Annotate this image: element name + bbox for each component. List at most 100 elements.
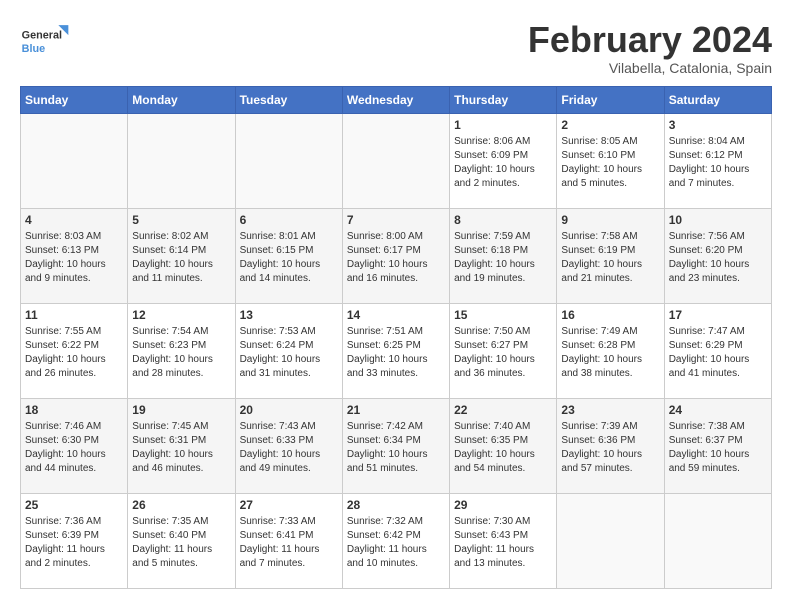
day-number: 28: [347, 498, 445, 512]
weekday-header-wednesday: Wednesday: [342, 86, 449, 113]
day-detail: Sunrise: 7:43 AM Sunset: 6:33 PM Dayligh…: [240, 420, 338, 476]
day-number: 29: [454, 498, 552, 512]
day-detail: Sunrise: 8:00 AM Sunset: 6:17 PM Dayligh…: [347, 230, 445, 286]
svg-text:Blue: Blue: [22, 43, 45, 55]
logo-icon: General Blue: [20, 20, 70, 62]
day-detail: Sunrise: 7:30 AM Sunset: 6:43 PM Dayligh…: [454, 515, 552, 571]
day-detail: Sunrise: 7:47 AM Sunset: 6:29 PM Dayligh…: [669, 325, 767, 381]
day-number: 16: [561, 308, 659, 322]
calendar-cell: 13 Sunrise: 7:53 AM Sunset: 6:24 PM Dayl…: [235, 303, 342, 398]
day-detail: Sunrise: 7:54 AM Sunset: 6:23 PM Dayligh…: [132, 325, 230, 381]
calendar-cell: 14 Sunrise: 7:51 AM Sunset: 6:25 PM Dayl…: [342, 303, 449, 398]
weekday-header-saturday: Saturday: [664, 86, 771, 113]
day-number: 5: [132, 213, 230, 227]
calendar-cell: 23 Sunrise: 7:39 AM Sunset: 6:36 PM Dayl…: [557, 398, 664, 493]
day-number: 15: [454, 308, 552, 322]
calendar-cell: 9 Sunrise: 7:58 AM Sunset: 6:19 PM Dayli…: [557, 208, 664, 303]
calendar-cell: 6 Sunrise: 8:01 AM Sunset: 6:15 PM Dayli…: [235, 208, 342, 303]
weekday-header-friday: Friday: [557, 86, 664, 113]
location-subtitle: Vilabella, Catalonia, Spain: [528, 60, 772, 76]
day-number: 24: [669, 403, 767, 417]
calendar-cell: 11 Sunrise: 7:55 AM Sunset: 6:22 PM Dayl…: [21, 303, 128, 398]
day-detail: Sunrise: 7:59 AM Sunset: 6:18 PM Dayligh…: [454, 230, 552, 286]
day-number: 14: [347, 308, 445, 322]
day-detail: Sunrise: 7:32 AM Sunset: 6:42 PM Dayligh…: [347, 515, 445, 571]
calendar-cell: 28 Sunrise: 7:32 AM Sunset: 6:42 PM Dayl…: [342, 493, 449, 588]
day-number: 23: [561, 403, 659, 417]
day-number: 18: [25, 403, 123, 417]
calendar-cell: 21 Sunrise: 7:42 AM Sunset: 6:34 PM Dayl…: [342, 398, 449, 493]
calendar-cell: 15 Sunrise: 7:50 AM Sunset: 6:27 PM Dayl…: [450, 303, 557, 398]
day-number: 26: [132, 498, 230, 512]
day-detail: Sunrise: 7:53 AM Sunset: 6:24 PM Dayligh…: [240, 325, 338, 381]
title-area: February 2024 Vilabella, Catalonia, Spai…: [528, 20, 772, 76]
calendar-cell: 20 Sunrise: 7:43 AM Sunset: 6:33 PM Dayl…: [235, 398, 342, 493]
calendar-cell: 17 Sunrise: 7:47 AM Sunset: 6:29 PM Dayl…: [664, 303, 771, 398]
calendar-cell: [235, 113, 342, 208]
calendar-table: SundayMondayTuesdayWednesdayThursdayFrid…: [20, 86, 772, 589]
day-number: 2: [561, 118, 659, 132]
calendar-cell: [664, 493, 771, 588]
calendar-cell: [557, 493, 664, 588]
day-detail: Sunrise: 7:50 AM Sunset: 6:27 PM Dayligh…: [454, 325, 552, 381]
day-number: 20: [240, 403, 338, 417]
day-detail: Sunrise: 8:03 AM Sunset: 6:13 PM Dayligh…: [25, 230, 123, 286]
day-detail: Sunrise: 8:02 AM Sunset: 6:14 PM Dayligh…: [132, 230, 230, 286]
day-detail: Sunrise: 8:01 AM Sunset: 6:15 PM Dayligh…: [240, 230, 338, 286]
calendar-week-row: 1 Sunrise: 8:06 AM Sunset: 6:09 PM Dayli…: [21, 113, 772, 208]
weekday-header-monday: Monday: [128, 86, 235, 113]
calendar-cell: 2 Sunrise: 8:05 AM Sunset: 6:10 PM Dayli…: [557, 113, 664, 208]
calendar-week-row: 25 Sunrise: 7:36 AM Sunset: 6:39 PM Dayl…: [21, 493, 772, 588]
calendar-cell: 3 Sunrise: 8:04 AM Sunset: 6:12 PM Dayli…: [664, 113, 771, 208]
day-detail: Sunrise: 7:56 AM Sunset: 6:20 PM Dayligh…: [669, 230, 767, 286]
day-detail: Sunrise: 7:58 AM Sunset: 6:19 PM Dayligh…: [561, 230, 659, 286]
day-number: 1: [454, 118, 552, 132]
day-number: 11: [25, 308, 123, 322]
day-number: 17: [669, 308, 767, 322]
weekday-header-tuesday: Tuesday: [235, 86, 342, 113]
day-number: 19: [132, 403, 230, 417]
calendar-week-row: 4 Sunrise: 8:03 AM Sunset: 6:13 PM Dayli…: [21, 208, 772, 303]
day-number: 10: [669, 213, 767, 227]
day-number: 6: [240, 213, 338, 227]
day-detail: Sunrise: 7:49 AM Sunset: 6:28 PM Dayligh…: [561, 325, 659, 381]
calendar-cell: 12 Sunrise: 7:54 AM Sunset: 6:23 PM Dayl…: [128, 303, 235, 398]
day-number: 3: [669, 118, 767, 132]
calendar-cell: 7 Sunrise: 8:00 AM Sunset: 6:17 PM Dayli…: [342, 208, 449, 303]
calendar-cell: [342, 113, 449, 208]
calendar-week-row: 11 Sunrise: 7:55 AM Sunset: 6:22 PM Dayl…: [21, 303, 772, 398]
page-header: General Blue February 2024 Vilabella, Ca…: [20, 20, 772, 76]
day-number: 13: [240, 308, 338, 322]
calendar-cell: 10 Sunrise: 7:56 AM Sunset: 6:20 PM Dayl…: [664, 208, 771, 303]
calendar-cell: 19 Sunrise: 7:45 AM Sunset: 6:31 PM Dayl…: [128, 398, 235, 493]
calendar-cell: [21, 113, 128, 208]
calendar-cell: 24 Sunrise: 7:38 AM Sunset: 6:37 PM Dayl…: [664, 398, 771, 493]
calendar-cell: 29 Sunrise: 7:30 AM Sunset: 6:43 PM Dayl…: [450, 493, 557, 588]
day-detail: Sunrise: 7:55 AM Sunset: 6:22 PM Dayligh…: [25, 325, 123, 381]
day-number: 9: [561, 213, 659, 227]
calendar-cell: 18 Sunrise: 7:46 AM Sunset: 6:30 PM Dayl…: [21, 398, 128, 493]
logo: General Blue: [20, 20, 70, 62]
calendar-cell: 27 Sunrise: 7:33 AM Sunset: 6:41 PM Dayl…: [235, 493, 342, 588]
svg-text:General: General: [22, 30, 62, 42]
day-number: 8: [454, 213, 552, 227]
day-number: 27: [240, 498, 338, 512]
weekday-header-sunday: Sunday: [21, 86, 128, 113]
calendar-cell: 22 Sunrise: 7:40 AM Sunset: 6:35 PM Dayl…: [450, 398, 557, 493]
day-number: 7: [347, 213, 445, 227]
calendar-cell: 5 Sunrise: 8:02 AM Sunset: 6:14 PM Dayli…: [128, 208, 235, 303]
day-detail: Sunrise: 7:36 AM Sunset: 6:39 PM Dayligh…: [25, 515, 123, 571]
day-number: 25: [25, 498, 123, 512]
day-detail: Sunrise: 7:39 AM Sunset: 6:36 PM Dayligh…: [561, 420, 659, 476]
day-detail: Sunrise: 7:35 AM Sunset: 6:40 PM Dayligh…: [132, 515, 230, 571]
calendar-cell: 8 Sunrise: 7:59 AM Sunset: 6:18 PM Dayli…: [450, 208, 557, 303]
calendar-header-row: SundayMondayTuesdayWednesdayThursdayFrid…: [21, 86, 772, 113]
calendar-week-row: 18 Sunrise: 7:46 AM Sunset: 6:30 PM Dayl…: [21, 398, 772, 493]
day-detail: Sunrise: 7:51 AM Sunset: 6:25 PM Dayligh…: [347, 325, 445, 381]
day-number: 21: [347, 403, 445, 417]
day-number: 22: [454, 403, 552, 417]
day-detail: Sunrise: 8:04 AM Sunset: 6:12 PM Dayligh…: [669, 135, 767, 191]
day-detail: Sunrise: 7:33 AM Sunset: 6:41 PM Dayligh…: [240, 515, 338, 571]
calendar-cell: 26 Sunrise: 7:35 AM Sunset: 6:40 PM Dayl…: [128, 493, 235, 588]
weekday-header-thursday: Thursday: [450, 86, 557, 113]
